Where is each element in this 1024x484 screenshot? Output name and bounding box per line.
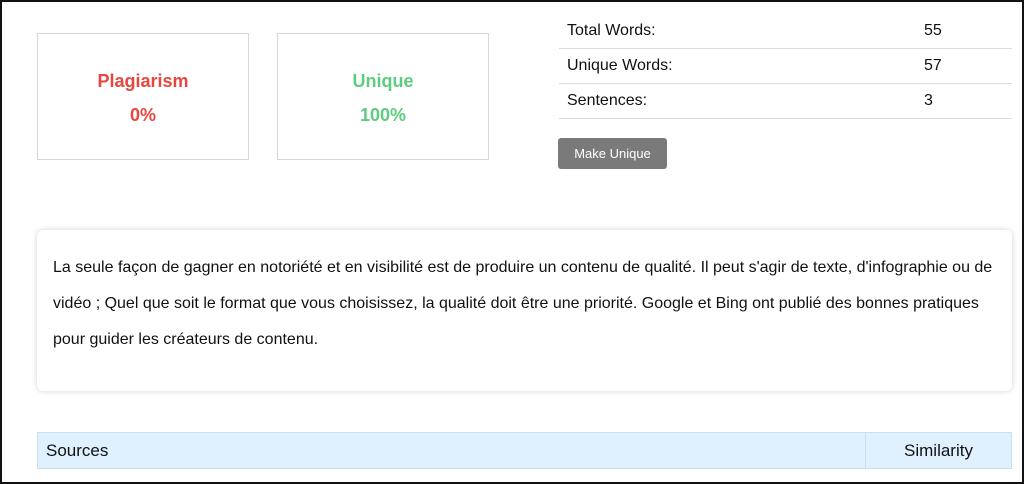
unique-score-card: Unique 100% xyxy=(277,33,489,160)
checked-text: La seule façon de gagner en notoriété et… xyxy=(53,259,993,348)
unique-words-label: Unique Words: xyxy=(559,48,924,84)
total-words-label: Total Words: xyxy=(559,14,924,49)
plagiarism-label: Plagiarism xyxy=(97,71,189,91)
sources-column-header: Sources xyxy=(38,433,866,468)
unique-label: Unique xyxy=(352,71,414,91)
sentences-label: Sentences: xyxy=(559,83,924,119)
unique-words-value: 57 xyxy=(924,48,1012,84)
plagiarism-report-panel: Plagiarism 0% Unique 100% Total Words: 5… xyxy=(0,0,1024,484)
stats-row-sentences: Sentences: 3 xyxy=(559,83,1012,119)
word-stats-table: Total Words: 55 Unique Words: 57 Sentenc… xyxy=(559,14,1012,119)
total-words-value: 55 xyxy=(924,14,1012,49)
make-unique-button[interactable]: Make Unique xyxy=(558,138,667,169)
stats-row-total-words: Total Words: 55 xyxy=(559,14,1012,49)
plagiarism-score-card: Plagiarism 0% xyxy=(37,33,249,160)
checked-text-card: La seule façon de gagner en notoriété et… xyxy=(37,230,1012,391)
sources-table-header: Sources Similarity xyxy=(37,432,1012,469)
similarity-column-header: Similarity xyxy=(904,441,973,460)
stats-row-unique-words: Unique Words: 57 xyxy=(559,48,1012,84)
unique-percentage: 100% xyxy=(359,105,407,125)
plagiarism-percentage: 0% xyxy=(129,105,156,125)
sentences-value: 3 xyxy=(924,83,1012,119)
